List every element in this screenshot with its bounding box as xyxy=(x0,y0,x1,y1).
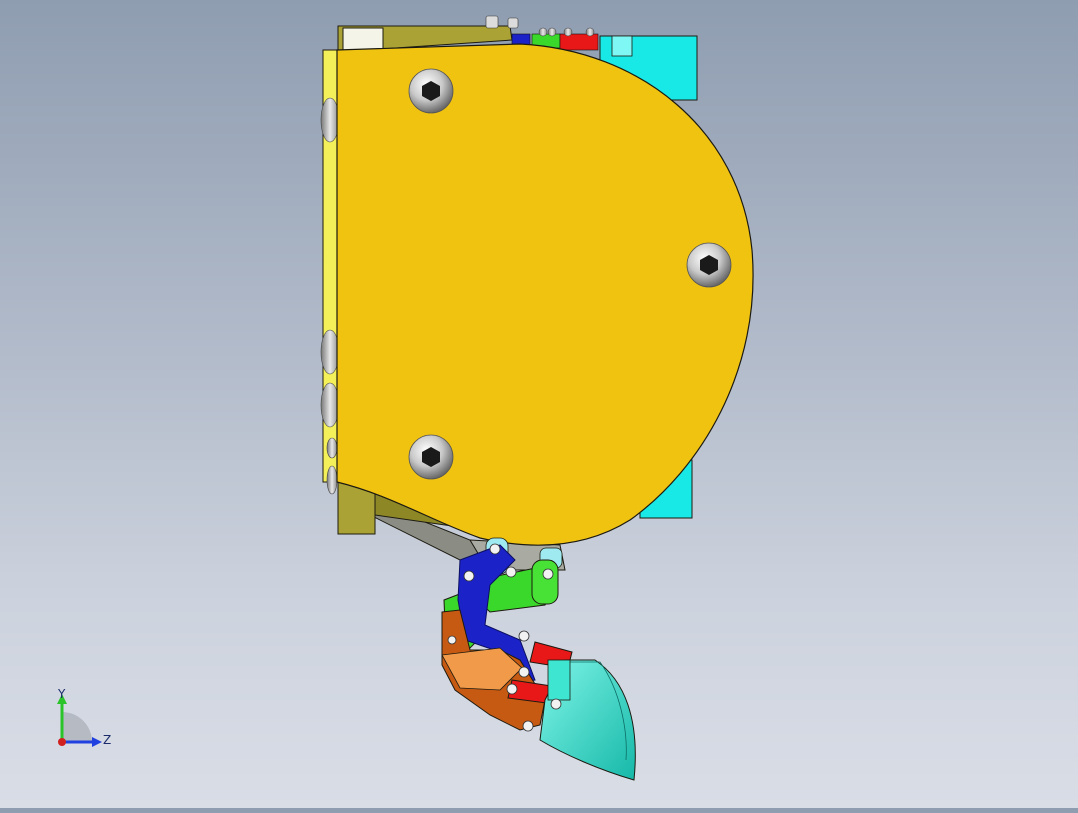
coordinate-triad: Y Z xyxy=(40,680,130,760)
triad-plane-icon xyxy=(62,712,92,742)
cad-viewport[interactable] xyxy=(0,0,1078,808)
z-axis-label: Z xyxy=(103,733,111,747)
y-axis-label: Y xyxy=(57,687,66,701)
housing-bolt-top xyxy=(408,68,454,114)
gripper-finger xyxy=(539,659,636,781)
x-axis-point-icon xyxy=(58,738,66,746)
housing-bolt-right xyxy=(686,242,732,288)
model-canvas xyxy=(320,15,754,781)
housing-bolt-bottom xyxy=(408,434,454,480)
